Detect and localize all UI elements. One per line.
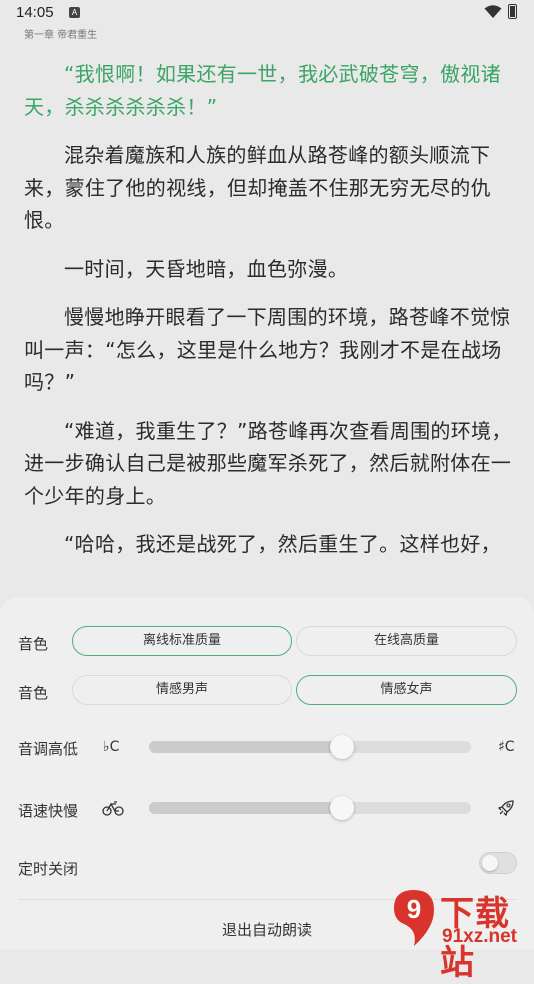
paragraph: 混杂着魔族和人族的鲜血从路苍峰的额头顺流下来，蒙住了他的视线，但却掩盖不住那无穷… bbox=[24, 143, 491, 232]
pitch-slider[interactable] bbox=[149, 741, 471, 753]
rocket-icon bbox=[497, 800, 514, 817]
pitch-slider-fill bbox=[149, 741, 343, 753]
status-bar: 14:05 A bbox=[0, 0, 534, 24]
timer-toggle[interactable] bbox=[479, 852, 517, 874]
pitch-label: 音调高低 bbox=[18, 740, 79, 758]
paragraph: 一时间，天昏地暗，血色弥漫。 bbox=[64, 256, 349, 281]
option-online-high[interactable]: 在线高质量 bbox=[296, 626, 517, 656]
notification-icon: A bbox=[69, 7, 80, 18]
pitch-slider-thumb[interactable] bbox=[330, 735, 355, 759]
paragraph-highlighted: “我恨啊！如果还有一世，我必武破苍穹，傲视诸天，杀杀杀杀杀杀！” bbox=[24, 62, 501, 119]
option-offline-standard[interactable]: 离线标准质量 bbox=[72, 626, 292, 656]
bicycle-icon bbox=[102, 801, 124, 816]
speed-slider-fill bbox=[149, 802, 343, 814]
reader-content[interactable]: “我恨啊！如果还有一世，我必武破苍穹，傲视诸天，杀杀杀杀杀杀！” 混杂着魔族和人族… bbox=[24, 58, 518, 577]
timer-label: 定时关闭 bbox=[18, 860, 79, 878]
speed-slider[interactable] bbox=[149, 802, 471, 814]
voice-type-label: 音色 bbox=[18, 684, 49, 702]
chapter-title: 第一章 帝君重生 bbox=[24, 30, 98, 41]
watermark-logo-glyph: 9 bbox=[407, 894, 421, 924]
timer-toggle-knob bbox=[482, 855, 498, 871]
option-female-voice[interactable]: 情感女声 bbox=[296, 675, 517, 705]
watermark-url: 91xz.net bbox=[442, 926, 517, 947]
voice-quality-label: 音色 bbox=[18, 635, 49, 653]
status-time: 14:05 bbox=[16, 4, 54, 21]
speed-label: 语速快慢 bbox=[18, 802, 79, 820]
watermark-logo-icon: 9 bbox=[394, 890, 434, 946]
sharp-c-icon: ♯C bbox=[498, 739, 515, 755]
speed-slider-thumb[interactable] bbox=[330, 796, 355, 820]
battery-icon bbox=[508, 4, 517, 19]
paragraph: “难道，我重生了？”路苍峰再次查看周围的环境，进一步确认自己是被那些魔军杀死了，… bbox=[24, 418, 512, 508]
paragraph: “哈哈，我还是战死了，然后重生了。这样也好， bbox=[64, 532, 501, 556]
option-male-voice[interactable]: 情感男声 bbox=[72, 675, 292, 705]
wifi-icon bbox=[484, 5, 502, 18]
flat-c-icon: ♭C bbox=[103, 739, 120, 755]
watermark: 9 下载站 91xz.net bbox=[392, 888, 534, 983]
paragraph: 慢慢地睁开眼看了一下周围的环境，路苍峰不觉惊叫一声：“怎么，这里是什么地方？我刚… bbox=[24, 305, 511, 394]
